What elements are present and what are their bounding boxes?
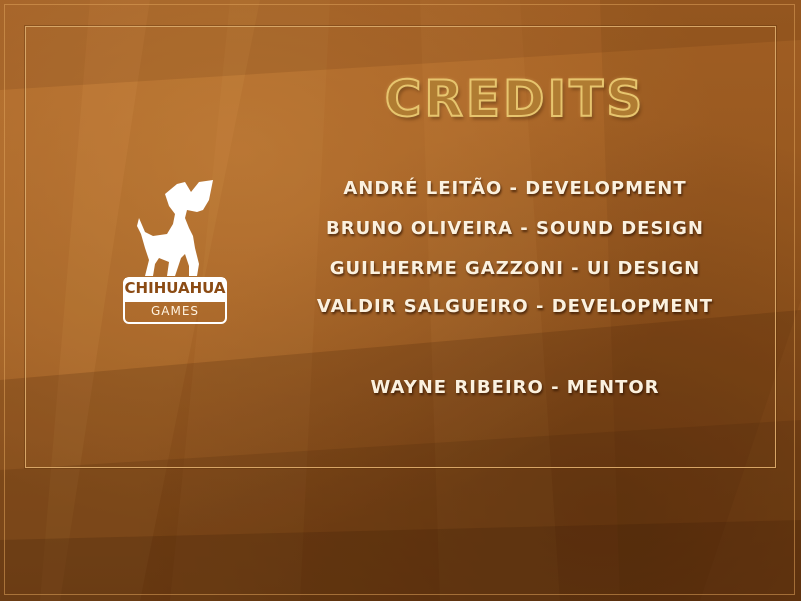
credit-line: WAYNE RIBEIRO - MENTOR [370,377,660,398]
credits-title: CREDITS [384,70,646,128]
credit-line: GUILHERME GAZZONI - UI DESIGN [329,258,701,279]
credit-line: VALDIR SALGUEIRO - DEVELOPMENT [316,296,714,317]
credit-line: ANDRÉ LEITÃO - DEVELOPMENT [343,178,687,199]
credit-line: BRUNO OLIVEIRA - SOUND DESIGN [326,218,704,239]
logo-brand-text: CHIHUAHUA [124,279,226,297]
chihuahua-games-logo: CHIHUAHUA GAMES [115,178,235,328]
logo-sub-text: GAMES [150,304,200,318]
credits-screen: CREDITS CHIHUAHUA GAMES ANDRÉ LEITÃO - D… [0,0,801,601]
